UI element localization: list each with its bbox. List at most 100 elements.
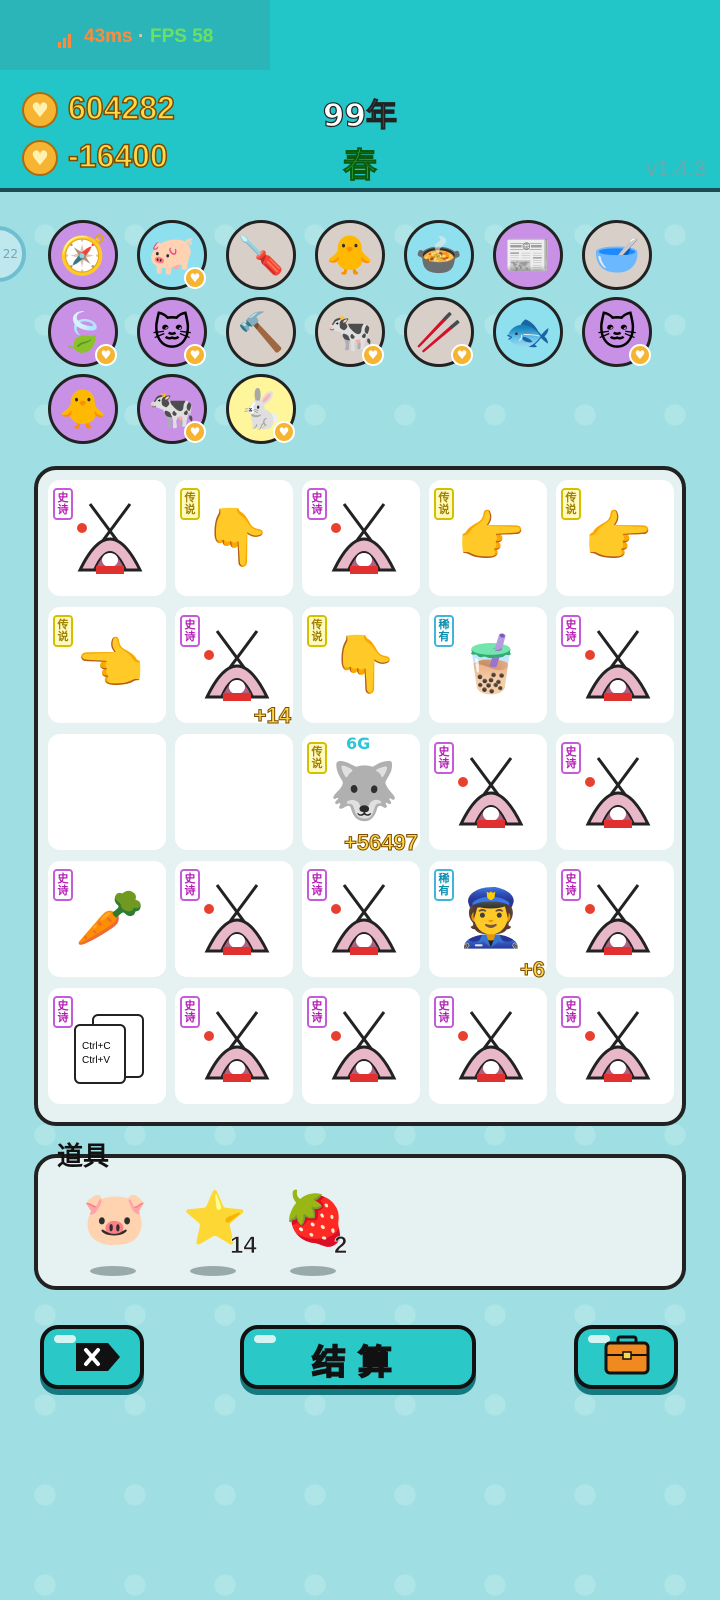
- board-cell[interactable]: 史诗: [48, 480, 166, 596]
- coin-badge-icon: ♥: [273, 421, 295, 443]
- board-cell[interactable]: 史诗: [302, 480, 420, 596]
- item-compass-icon[interactable]: 🧭: [48, 220, 118, 290]
- coin-badge-icon: ♥: [184, 267, 206, 289]
- item-cats-icon[interactable]: 🐱 ♥: [582, 297, 652, 367]
- close-x-icon: [76, 1343, 120, 1371]
- rabbit-tent-icon: [324, 498, 404, 578]
- rabbit-tent-icon: [197, 625, 277, 705]
- item-white-rabbit-icon[interactable]: 🐇 ♥: [226, 374, 296, 444]
- pointing-hand-down-icon: 👇: [329, 632, 399, 697]
- rabbit-tent-icon: [578, 625, 658, 705]
- props-label: 道具: [57, 1142, 110, 1172]
- coin-badge-icon: ♥: [362, 344, 384, 366]
- board-cell[interactable]: 史诗: [556, 988, 674, 1104]
- board-cell[interactable]: 传说 👈: [48, 607, 166, 723]
- item-fishbowl-icon[interactable]: 🐟: [493, 297, 563, 367]
- item-pressure-cooker-duck-icon[interactable]: 🍲: [404, 220, 474, 290]
- item-pet-bowl-icon[interactable]: 🥣: [582, 220, 652, 290]
- board-cell[interactable]: [175, 734, 293, 850]
- pressure-cooker-duck-icon: 🍲: [415, 232, 463, 277]
- board-cell[interactable]: [48, 734, 166, 850]
- compass-icon: 🧭: [59, 232, 107, 277]
- board-cell[interactable]: 传说 👇: [175, 480, 293, 596]
- chick-egg-icon: 🐥: [326, 232, 374, 277]
- board-cell[interactable]: 史诗: [556, 607, 674, 723]
- coin-badge-icon: ♥: [629, 344, 651, 366]
- board-cell[interactable]: 传说 👉: [556, 480, 674, 596]
- coin-badge-icon: ♥: [451, 344, 473, 366]
- performance-overlay: 43ms · FPS 58: [0, 0, 270, 70]
- pointing-hand-left-icon: 👈: [75, 632, 145, 697]
- screwdriver-icon: 🪛: [237, 232, 285, 277]
- police-face-icon: 👮: [456, 886, 526, 951]
- top-bar: 43ms · FPS 58 604282 -16400 99年 春 v1.4.3: [0, 0, 720, 192]
- level-label: 6G: [346, 734, 371, 753]
- pet-bowl-icon: 🥣: [593, 232, 641, 277]
- pointing-hand-diag-icon: 👉: [456, 505, 526, 570]
- money-value: 604282: [67, 89, 175, 127]
- bubble-tea-icon: 🧋: [456, 632, 526, 697]
- board-cell[interactable]: 稀有 🧋: [429, 607, 547, 723]
- coin-badge-icon: ♥: [95, 344, 117, 366]
- item-cows-icon[interactable]: 🐄 ♥: [137, 374, 207, 444]
- prop-count: 2: [334, 1232, 348, 1260]
- side-level-label: 22: [2, 247, 18, 261]
- bonus-value: +6: [519, 957, 545, 983]
- board-cell[interactable]: 史诗: [175, 988, 293, 1104]
- slot-board: 史诗 传说 👇 史诗 传说 👉 传说 👉 传说 👈 史诗 +14 传说 👇 稀有 🧋 史诗 传说 🐺 6G +56497…: [34, 466, 686, 1126]
- ctrl-c-v-icon: Ctrl+C Ctrl+V: [70, 1006, 150, 1086]
- item-hammer-icon[interactable]: 🔨: [226, 297, 296, 367]
- board-cell[interactable]: 史诗: [429, 734, 547, 850]
- rabbit-tent-icon: [578, 879, 658, 959]
- item-cats-icon[interactable]: 🐱 ♥: [137, 297, 207, 367]
- bag-button[interactable]: [574, 1325, 678, 1389]
- board-cell[interactable]: 史诗: [302, 988, 420, 1104]
- item-chick-egg-icon[interactable]: 🐥: [315, 220, 385, 290]
- board-cell[interactable]: 史诗 +14: [175, 607, 293, 729]
- settle-button[interactable]: 结算: [240, 1325, 476, 1389]
- board-cell[interactable]: 传说 👉: [429, 480, 547, 596]
- prop-slot[interactable]: ⭐ 14: [174, 1184, 257, 1276]
- board-cell[interactable]: 稀有 👮 +6: [429, 861, 547, 983]
- rabbit-tent-icon: [578, 752, 658, 832]
- board-cell[interactable]: 史诗: [429, 988, 547, 1104]
- item-time-magazine-icon[interactable]: 📰: [493, 220, 563, 290]
- item-leaf-icon[interactable]: 🍃 ♥: [48, 297, 118, 367]
- board-cell[interactable]: 史诗: [175, 861, 293, 977]
- ctrl-c-text: Ctrl+C: [82, 1041, 111, 1052]
- close-button[interactable]: [40, 1325, 144, 1389]
- prop-count: 14: [230, 1232, 257, 1260]
- coin-icon: [22, 140, 58, 176]
- settle-label: 结算: [311, 1342, 404, 1384]
- prop-shadow: [90, 1266, 136, 1276]
- board-cell[interactable]: 史诗: [556, 861, 674, 977]
- fishbowl-icon: 🐟: [504, 309, 552, 354]
- season-label: 春: [343, 146, 378, 187]
- hammer-icon: 🔨: [237, 309, 285, 354]
- board-cell[interactable]: 史诗: [556, 734, 674, 850]
- prop-slot[interactable]: 🐷: [74, 1184, 154, 1276]
- board-cell[interactable]: 传说 👇: [302, 607, 420, 723]
- board-cell[interactable]: 史诗 🥕: [48, 861, 166, 977]
- item-piggy-bank-icon[interactable]: 🐖 ♥: [137, 220, 207, 290]
- rabbit-tent-icon: [451, 752, 531, 832]
- rabbit-tent-icon: [197, 1006, 277, 1086]
- props-panel: 🐷 ⭐ 14 🍓 2: [34, 1154, 686, 1290]
- board-cell[interactable]: 传说 🐺 6G +56497: [302, 734, 420, 856]
- rabbit-tent-icon: [70, 498, 150, 578]
- ctrl-v-text: Ctrl+V: [82, 1055, 111, 1066]
- item-chopsticks-icon[interactable]: 🥢 ♥: [404, 297, 474, 367]
- item-screwdriver-icon[interactable]: 🪛: [226, 220, 296, 290]
- board-cell[interactable]: 史诗: [302, 861, 420, 977]
- pointing-hand-down-icon: 👇: [202, 505, 272, 570]
- item-cows-icon[interactable]: 🐄 ♥: [315, 297, 385, 367]
- rabbit-tent-icon: [578, 1006, 658, 1086]
- ping-text: 43ms: [84, 26, 133, 47]
- prop-slot[interactable]: 🍓 2: [274, 1184, 354, 1276]
- version-label: v1.4.3: [646, 156, 706, 181]
- board-cell[interactable]: 史诗 Ctrl+C Ctrl+V: [48, 988, 166, 1104]
- rabbit-tent-icon: [197, 879, 277, 959]
- item-chick-egg-icon[interactable]: 🐥: [48, 374, 118, 444]
- time-magazine-icon: 📰: [504, 232, 552, 277]
- rabbit-tent-icon: [324, 1006, 404, 1086]
